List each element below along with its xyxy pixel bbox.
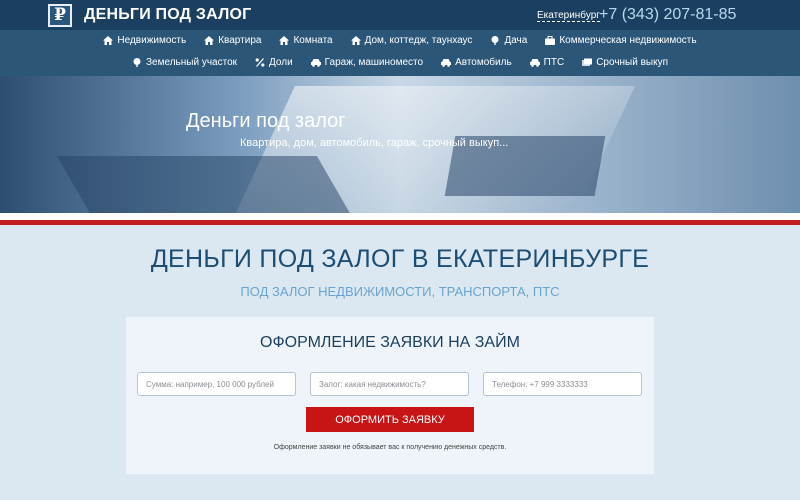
nav-item-house[interactable]: Дом, коттедж, таунхаус bbox=[342, 35, 482, 46]
top-header: ₽ ДЕНЬГИ ПОД ЗАЛОГ Екатеринбург +7 (343)… bbox=[0, 0, 800, 30]
nav-label: Автомобиль bbox=[455, 57, 512, 68]
nav-label: Комната bbox=[293, 35, 333, 46]
collateral-input[interactable] bbox=[310, 372, 469, 396]
hero-banner: Деньги под залог Квартира, дом, автомоби… bbox=[0, 76, 800, 213]
car-icon bbox=[310, 58, 321, 67]
nav-item-pts[interactable]: ПТС bbox=[521, 57, 574, 68]
nav-label: Доли bbox=[269, 57, 293, 68]
house-icon bbox=[350, 36, 361, 45]
main-nav: Недвижимость Квартира Комната Дом, котте… bbox=[0, 30, 800, 76]
money-icon bbox=[582, 58, 593, 67]
house-icon bbox=[279, 36, 290, 45]
submit-application-button[interactable]: ОФОРМИТЬ ЗАЯВКУ bbox=[306, 407, 474, 432]
nav-item-buyout[interactable]: Срочный выкуп bbox=[573, 57, 677, 68]
nav-row-2: Земельный участок Доли Гараж, машиномест… bbox=[0, 57, 800, 68]
tree-icon bbox=[490, 36, 500, 45]
nav-item-car[interactable]: Автомобиль bbox=[432, 57, 521, 68]
phone-number[interactable]: +7 (343) 207-81-85 bbox=[599, 6, 736, 24]
nav-label: Квартира bbox=[218, 35, 262, 46]
nav-item-realty[interactable]: Недвижимость bbox=[94, 35, 195, 46]
city-selector[interactable]: Екатеринбург bbox=[537, 10, 600, 22]
nav-label: Дача bbox=[504, 35, 528, 46]
nav-label: Гараж, машиноместо bbox=[324, 57, 424, 68]
form-disclaimer: Оформление заявки не обязывает вас к пол… bbox=[273, 444, 507, 451]
car-icon bbox=[529, 58, 540, 67]
briefcase-icon bbox=[545, 36, 556, 45]
nav-label: Срочный выкуп bbox=[596, 57, 668, 68]
ruble-logo-icon[interactable]: ₽ bbox=[48, 4, 72, 27]
nav-label: Коммерческая недвижимость bbox=[559, 35, 697, 46]
car-icon bbox=[441, 58, 452, 67]
nav-row-1: Недвижимость Квартира Комната Дом, котте… bbox=[0, 35, 800, 46]
nav-label: Недвижимость bbox=[117, 35, 187, 46]
house-icon bbox=[103, 36, 114, 45]
nav-label: Дом, коттедж, таунхаус bbox=[364, 35, 473, 46]
nav-item-shares[interactable]: Доли bbox=[246, 57, 302, 68]
loan-application-form: ОФОРМЛЕНИЕ ЗАЯВКИ НА ЗАЙМ ОФОРМИТЬ ЗАЯВК… bbox=[126, 317, 654, 474]
page-subheading: ПОД ЗАЛОГ НЕДВИЖИМОСТИ, ТРАНСПОРТА, ПТС bbox=[240, 284, 560, 299]
nav-label: Земельный участок bbox=[146, 57, 238, 68]
nav-item-apartment[interactable]: Квартира bbox=[195, 35, 270, 46]
divider-white bbox=[0, 213, 800, 220]
hero-subtitle: Квартира, дом, автомобиль, гараж, срочны… bbox=[240, 137, 509, 149]
nav-item-commercial[interactable]: Коммерческая недвижимость bbox=[536, 35, 705, 46]
nav-item-garage[interactable]: Гараж, машиноместо bbox=[302, 57, 432, 68]
nav-item-land[interactable]: Земельный участок bbox=[123, 57, 246, 68]
form-title: ОФОРМЛЕНИЕ ЗАЯВКИ НА ЗАЙМ bbox=[260, 334, 520, 351]
page-heading: ДЕНЬГИ ПОД ЗАЛОГ В ЕКАТЕРИНБУРГЕ bbox=[150, 245, 650, 273]
logo-glyph: ₽ bbox=[54, 5, 66, 25]
nav-label: ПТС bbox=[543, 57, 565, 68]
hero-desk-graphic bbox=[56, 156, 364, 213]
nav-item-dacha[interactable]: Дача bbox=[481, 35, 536, 46]
site-title[interactable]: ДЕНЬГИ ПОД ЗАЛОГ bbox=[84, 6, 251, 24]
tree-icon bbox=[132, 58, 142, 67]
amount-input[interactable] bbox=[137, 372, 296, 396]
phone-input[interactable] bbox=[483, 372, 642, 396]
nav-item-room[interactable]: Комната bbox=[270, 35, 341, 46]
percent-icon bbox=[255, 58, 265, 67]
hero-title: Деньги под залог bbox=[186, 110, 346, 132]
house-icon bbox=[204, 36, 215, 45]
